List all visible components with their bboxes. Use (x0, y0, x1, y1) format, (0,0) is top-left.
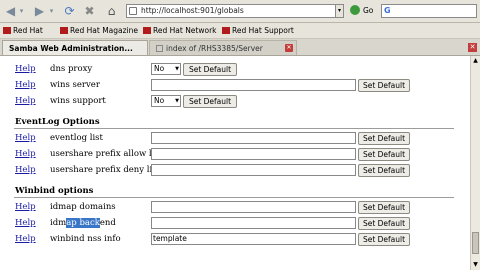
url-history-dropdown-icon[interactable]: ▾ (335, 4, 344, 18)
setting-label: eventlog list (50, 133, 103, 143)
setting-row-dns-proxy: Help dns proxy No ▼ Set Default (0, 63, 470, 77)
bookmark-red-hat-magazine[interactable]: Red Hat Magazine (60, 26, 138, 35)
setting-label: usershare prefix allow list (50, 149, 163, 159)
setting-label: idmap domains (50, 202, 116, 212)
wins-server-input[interactable] (151, 79, 356, 91)
bookmark-red-hat[interactable]: Red Hat (3, 26, 43, 35)
set-default-button[interactable]: Set Default (183, 63, 237, 76)
usershare-prefix-allow-list-input[interactable] (151, 148, 356, 160)
setting-row-wins-server: Help wins server Set Default (0, 79, 470, 93)
page-favicon-icon (156, 44, 163, 52)
select-value: No (154, 96, 165, 105)
setting-label: wins server (50, 80, 100, 90)
label-text: idm (50, 218, 67, 228)
page-content: Help dns proxy No ▼ Set Default Help wins… (0, 56, 470, 270)
section-title-winbind: Winbind options (15, 186, 94, 196)
bookmark-label: Red Hat Network (153, 26, 217, 35)
help-link[interactable]: Help (15, 133, 36, 143)
scroll-up-arrow-icon[interactable]: ▲ (471, 56, 480, 65)
go-arrow-icon[interactable] (350, 5, 360, 15)
scrollbar-thumb[interactable] (472, 232, 479, 254)
help-link[interactable]: Help (15, 149, 36, 159)
stop-icon[interactable]: ✖ (82, 3, 97, 18)
tab-label: Samba Web Administration... (9, 43, 133, 53)
setting-row-usershare-prefix-deny-list: Help usershare prefix deny list Set Defa… (0, 164, 470, 178)
wins-support-select[interactable]: No ▼ (151, 95, 181, 107)
navigation-toolbar: ◀ ▾ ▶ ▾ ⟳ ✖ ⌂ http://localhost:901/globa… (0, 0, 480, 23)
bookmark-red-hat-support[interactable]: Red Hat Support (222, 26, 294, 35)
scroll-down-arrow-icon[interactable]: ▼ (471, 260, 480, 269)
setting-row-eventlog-list: Help eventlog list Set Default (0, 132, 470, 146)
bookmarks-toolbar: Red Hat Red Hat Magazine Red Hat Network… (0, 23, 480, 39)
setting-row-wins-support: Help wins support No ▼ Set Default (0, 95, 470, 109)
setting-row-usershare-prefix-allow-list: Help usershare prefix allow list Set Def… (0, 148, 470, 162)
setting-label: wins support (50, 96, 106, 106)
set-default-button[interactable]: Set Default (358, 217, 410, 230)
idmap-domains-input[interactable] (151, 201, 356, 213)
setting-label: idmap backend (50, 218, 116, 228)
tab-label: index of /RHS3385/Server (166, 43, 263, 53)
home-icon[interactable]: ⌂ (104, 3, 119, 18)
url-bar[interactable]: http://localhost:901/globals (126, 4, 344, 18)
help-link[interactable]: Help (15, 165, 36, 175)
help-link[interactable]: Help (15, 80, 36, 90)
bookmark-red-hat-network[interactable]: Red Hat Network (143, 26, 217, 35)
winbind-nss-info-input[interactable]: template (151, 233, 356, 245)
tab-close-icon[interactable]: ✕ (285, 44, 293, 52)
dropdown-arrow-icon: ▼ (175, 66, 179, 72)
section-divider (14, 128, 454, 129)
tab-bar: Samba Web Administration... index of /RH… (0, 39, 480, 56)
back-dropdown-icon[interactable]: ▾ (14, 3, 29, 18)
help-link[interactable]: Help (15, 64, 36, 74)
help-link[interactable]: Help (15, 218, 36, 228)
label-text: end (99, 218, 116, 228)
bookmark-label: Red Hat Support (232, 26, 294, 35)
usershare-prefix-deny-list-input[interactable] (151, 164, 356, 176)
set-default-button[interactable]: Set Default (358, 233, 410, 246)
setting-label: winbind nss info (50, 234, 121, 244)
setting-label: dns proxy (50, 64, 93, 74)
red-hat-bookmark-icon (143, 27, 151, 34)
tab-index-server[interactable]: index of /RHS3385/Server ✕ (149, 40, 297, 55)
red-hat-bookmark-icon (222, 27, 230, 34)
bookmark-label: Red Hat (13, 26, 43, 35)
vertical-scrollbar[interactable]: ▲ ▼ (470, 56, 480, 270)
red-hat-bookmark-icon (3, 27, 11, 34)
selected-text-highlight: ap back (66, 218, 100, 228)
search-input[interactable]: G (381, 4, 477, 18)
dns-proxy-select[interactable]: No ▼ (151, 63, 181, 75)
help-link[interactable]: Help (15, 96, 36, 106)
reload-icon[interactable]: ⟳ (62, 3, 77, 18)
eventlog-list-input[interactable] (151, 132, 356, 144)
google-search-icon[interactable]: G (384, 6, 391, 15)
section-divider (14, 197, 454, 198)
close-tab-icon[interactable]: ✕ (468, 43, 477, 52)
section-title-eventlog: EventLog Options (15, 117, 100, 127)
help-link[interactable]: Help (15, 234, 36, 244)
dropdown-arrow-icon: ▼ (175, 98, 179, 104)
set-default-button[interactable]: Set Default (183, 95, 237, 108)
forward-dropdown-icon[interactable]: ▾ (44, 3, 59, 18)
go-button[interactable]: Go (363, 6, 373, 15)
tab-samba-web-administration[interactable]: Samba Web Administration... (2, 40, 148, 55)
setting-row-winbind-nss-info: Help winbind nss info template Set Defau… (0, 233, 470, 247)
idmap-backend-input[interactable] (151, 217, 356, 229)
bookmark-label: Red Hat Magazine (70, 26, 139, 35)
url-text: http://localhost:901/globals (141, 6, 244, 15)
select-value: No (154, 64, 165, 73)
page-favicon-icon (129, 7, 137, 15)
setting-row-idmap-backend: Help idmap backend Set Default (0, 217, 470, 231)
set-default-button[interactable]: Set Default (358, 148, 410, 161)
red-hat-bookmark-icon (60, 27, 68, 34)
setting-row-idmap-domains: Help idmap domains Set Default (0, 201, 470, 215)
help-link[interactable]: Help (15, 202, 36, 212)
set-default-button[interactable]: Set Default (358, 132, 410, 145)
set-default-button[interactable]: Set Default (358, 164, 410, 177)
setting-label: usershare prefix deny list (50, 165, 160, 175)
set-default-button[interactable]: Set Default (358, 201, 410, 214)
set-default-button[interactable]: Set Default (358, 79, 410, 92)
